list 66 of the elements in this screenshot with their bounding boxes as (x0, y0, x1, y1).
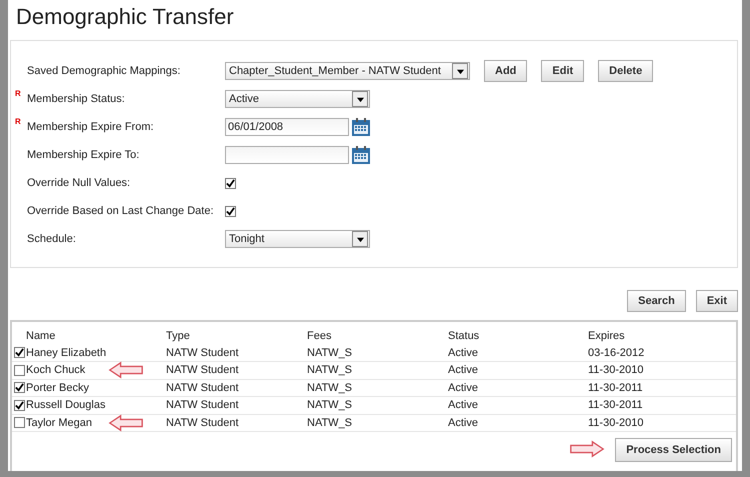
column-header: Status (448, 330, 480, 342)
table-cell: 11-30-2011 (588, 399, 643, 412)
table-cell: NATW_S (307, 399, 352, 412)
dropdown[interactable]: Chapter_Student_Member - NATW Student (225, 62, 470, 80)
table-cell: Taylor Megan (26, 416, 92, 429)
field-label: Membership Status: (27, 93, 125, 105)
table-cell: NATW Student (166, 399, 239, 412)
dropdown[interactable]: Active (225, 90, 370, 108)
date-field[interactable]: 06/01/2008 (225, 118, 349, 136)
field-label: Schedule: (27, 233, 76, 245)
process-selection-button[interactable]: Process Selection (615, 438, 732, 462)
table-cell: Russell Douglas (26, 399, 106, 412)
checkbox[interactable] (14, 364, 25, 376)
action-button[interactable]: Exit (696, 290, 738, 312)
checkbox[interactable] (14, 382, 25, 394)
caret-icon (456, 68, 464, 74)
column-header: Expires (588, 330, 625, 342)
checkbox[interactable] (225, 178, 236, 188)
table-cell: 03-16-2012 (588, 346, 644, 359)
table-cell: Active (448, 382, 478, 394)
date-field[interactable] (225, 146, 349, 164)
field-label: Override Null Values: (27, 177, 130, 189)
calendar-icon[interactable] (351, 117, 371, 137)
table-cell: NATW_S (307, 416, 352, 429)
action-button[interactable]: Search (627, 290, 686, 312)
required-mark: R (15, 117, 21, 126)
caret-icon (356, 96, 364, 102)
checkbox[interactable] (14, 417, 25, 428)
checkbox[interactable] (14, 400, 25, 411)
table-cell: Active (448, 399, 478, 412)
arrow-icon (108, 414, 144, 432)
arrow-icon (108, 361, 144, 379)
field-label: Membership Expire To: (27, 149, 140, 161)
mapping-button[interactable]: Edit (541, 60, 584, 82)
calendar-icon[interactable] (351, 145, 371, 165)
table-cell: NATW Student (166, 346, 239, 359)
column-header: Fees (307, 330, 332, 342)
required-mark: R (15, 89, 21, 98)
dropdown[interactable]: Tonight (225, 230, 370, 248)
table-cell: Koch Chuck (26, 364, 86, 376)
column-header: Name (26, 330, 56, 342)
field-label: Membership Expire From: (27, 121, 154, 133)
field-label: Override Based on Last Change Date: (27, 205, 214, 217)
table-cell: Porter Becky (26, 382, 89, 394)
table-cell: 11-30-2011 (588, 382, 643, 394)
caret-icon (356, 236, 364, 242)
table-cell: NATW Student (166, 416, 239, 429)
checkbox[interactable] (14, 347, 25, 358)
table-cell: Active (448, 364, 478, 376)
table-cell: NATW_S (307, 364, 352, 376)
table-cell: NATW Student (166, 364, 239, 376)
table-cell: Active (448, 416, 478, 429)
checkbox[interactable] (225, 206, 236, 216)
arrow-icon (569, 440, 606, 458)
table-cell: NATW_S (307, 382, 352, 394)
mapping-button[interactable]: Add (484, 60, 528, 82)
table-cell: NATW Student (166, 382, 239, 394)
table-cell: 11-30-2010 (588, 364, 644, 376)
table-cell: NATW_S (307, 346, 352, 359)
page-title: Demographic Transfer (15, 3, 235, 31)
field-label: Saved Demographic Mappings: (27, 65, 180, 77)
table-cell: Haney Elizabeth (26, 346, 106, 359)
table-cell: 11-30-2010 (588, 416, 644, 429)
column-header: Type (166, 330, 190, 342)
table-cell: Active (448, 346, 478, 359)
mapping-button[interactable]: Delete (598, 60, 654, 82)
